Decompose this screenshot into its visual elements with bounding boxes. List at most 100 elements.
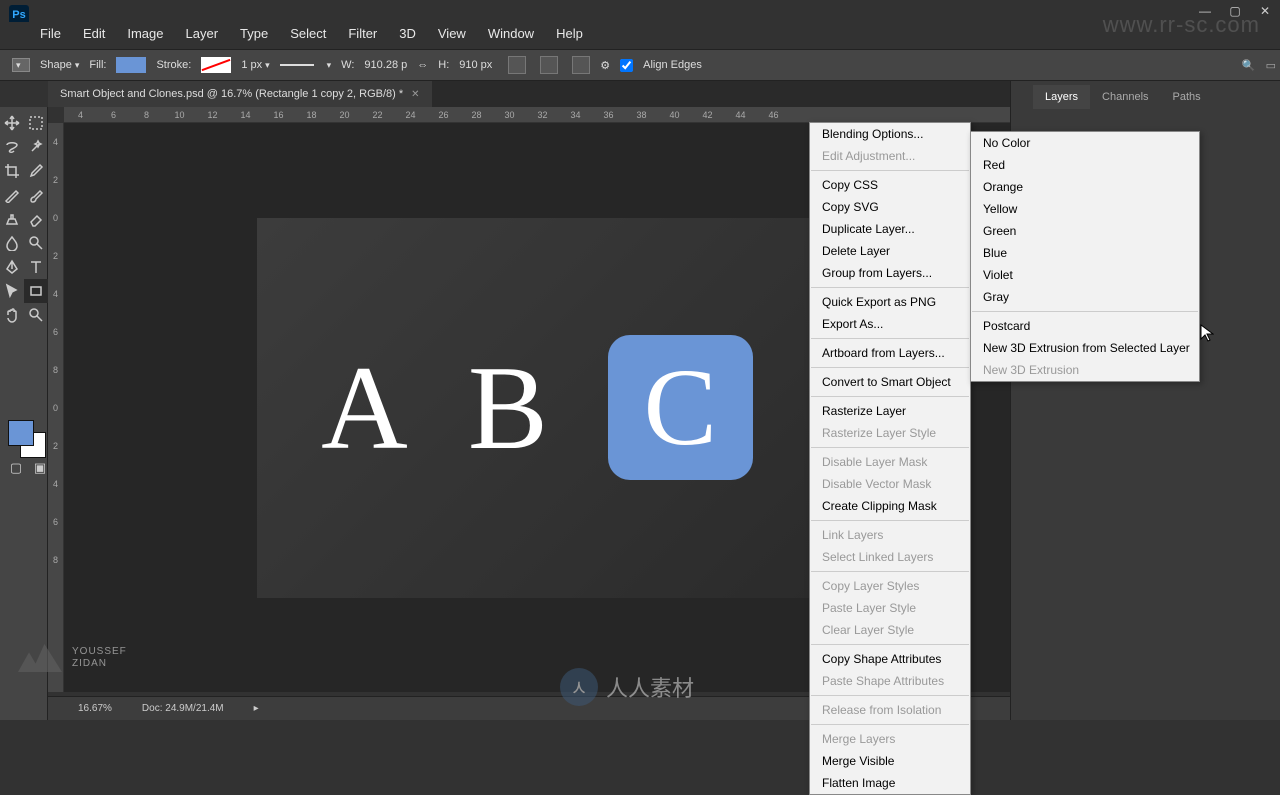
mi-rasterize-layer-style: Rasterize Layer Style	[810, 422, 970, 444]
status-arrow-icon[interactable]: ▸	[254, 703, 259, 714]
mi-edit-adjustment: Edit Adjustment...	[810, 145, 970, 167]
sm-no-color[interactable]: No Color	[971, 132, 1199, 154]
layer-context-submenu: No Color Red Orange Yellow Green Blue Vi…	[970, 131, 1200, 382]
quick-mask-tool[interactable]: ▢	[4, 456, 28, 480]
close-tab-icon[interactable]: ✕	[411, 89, 419, 100]
path-arrangement-icon[interactable]	[572, 56, 590, 74]
mi-link-layers: Link Layers	[810, 524, 970, 546]
mi-disable-layer-mask: Disable Layer Mask	[810, 451, 970, 473]
sm-gray[interactable]: Gray	[971, 286, 1199, 308]
magic-wand-tool[interactable]	[24, 135, 48, 159]
vertical-ruler: 420246802468	[48, 123, 64, 692]
options-bar: Shape Fill: Stroke: 1 px W: 910.28 p ⇔ H…	[0, 49, 1280, 81]
sm-red[interactable]: Red	[971, 154, 1199, 176]
rectangle-tool[interactable]	[24, 279, 48, 303]
sm-orange[interactable]: Orange	[971, 176, 1199, 198]
dodge-tool[interactable]	[24, 231, 48, 255]
sm-postcard[interactable]: Postcard	[971, 315, 1199, 337]
stroke-options-dropdown[interactable]	[324, 59, 332, 71]
sm-green[interactable]: Green	[971, 220, 1199, 242]
stroke-width-input[interactable]: 1 px	[241, 59, 269, 71]
zoom-tool[interactable]	[24, 303, 48, 327]
sm-blue[interactable]: Blue	[971, 242, 1199, 264]
layer-b: B	[468, 339, 548, 477]
tab-layers[interactable]: Layers	[1033, 85, 1090, 109]
center-watermark: 人 人人素材	[560, 668, 694, 706]
crop-tool[interactable]	[0, 159, 24, 183]
gear-icon[interactable]: ⚙	[600, 59, 610, 72]
shape-mode-dropdown[interactable]: Shape	[40, 59, 79, 71]
sm-yellow[interactable]: Yellow	[971, 198, 1199, 220]
mi-copy-layer-styles: Copy Layer Styles	[810, 575, 970, 597]
mi-release-isolation: Release from Isolation	[810, 699, 970, 721]
mi-copy-css[interactable]: Copy CSS	[810, 174, 970, 196]
eraser-tool[interactable]	[24, 207, 48, 231]
width-input[interactable]: 910.28 p	[364, 59, 407, 71]
menu-window[interactable]: Window	[488, 26, 534, 41]
doc-info[interactable]: Doc: 24.9M/21.4M	[142, 703, 224, 714]
mi-clear-layer-style: Clear Layer Style	[810, 619, 970, 641]
menu-filter[interactable]: Filter	[348, 26, 377, 41]
eyedropper-tool[interactable]	[24, 159, 48, 183]
clone-stamp-tool[interactable]	[0, 207, 24, 231]
mi-create-clipping-mask[interactable]: Create Clipping Mask	[810, 495, 970, 517]
mi-export-as[interactable]: Export As...	[810, 313, 970, 335]
sm-violet[interactable]: Violet	[971, 264, 1199, 286]
menu-layer[interactable]: Layer	[186, 26, 219, 41]
move-tool[interactable]	[0, 111, 24, 135]
color-swatches[interactable]	[4, 420, 44, 460]
mi-quick-export[interactable]: Quick Export as PNG	[810, 291, 970, 313]
tool-preset-picker[interactable]	[12, 58, 30, 72]
mi-artboard-from-layers[interactable]: Artboard from Layers...	[810, 342, 970, 364]
brush-tool[interactable]	[24, 183, 48, 207]
hand-tool[interactable]	[0, 303, 24, 327]
menu-help[interactable]: Help	[556, 26, 583, 41]
link-wh-icon[interactable]: ⇔	[417, 59, 428, 71]
healing-brush-tool[interactable]	[0, 183, 24, 207]
menu-3d[interactable]: 3D	[399, 26, 416, 41]
mi-rasterize-layer[interactable]: Rasterize Layer	[810, 400, 970, 422]
height-label: H:	[438, 59, 449, 71]
height-input[interactable]: 910 px	[459, 59, 492, 71]
mi-copy-svg[interactable]: Copy SVG	[810, 196, 970, 218]
stroke-label: Stroke:	[156, 59, 191, 71]
sm-3d-extrusion-selected[interactable]: New 3D Extrusion from Selected Layer	[971, 337, 1199, 359]
type-tool[interactable]	[24, 255, 48, 279]
mi-merge-visible[interactable]: Merge Visible	[810, 750, 970, 772]
menu-edit[interactable]: Edit	[83, 26, 105, 41]
align-edges-checkbox[interactable]	[620, 59, 633, 72]
path-operations-icon[interactable]	[508, 56, 526, 74]
mi-group-from-layers[interactable]: Group from Layers...	[810, 262, 970, 284]
menu-image[interactable]: Image	[127, 26, 163, 41]
author-watermark: YOUSSEF ZIDAN	[18, 644, 127, 672]
tab-paths[interactable]: Paths	[1161, 85, 1213, 109]
tab-channels[interactable]: Channels	[1090, 85, 1160, 109]
marquee-tool[interactable]	[24, 111, 48, 135]
lasso-tool[interactable]	[0, 135, 24, 159]
mi-delete-layer[interactable]: Delete Layer	[810, 240, 970, 262]
layer-c: C	[644, 344, 717, 471]
menu-view[interactable]: View	[438, 26, 466, 41]
foreground-color[interactable]	[8, 420, 34, 446]
stroke-swatch[interactable]	[201, 57, 231, 73]
menu-file[interactable]: File	[40, 26, 61, 41]
pen-tool[interactable]	[0, 255, 24, 279]
mi-blending-options[interactable]: Blending Options...	[810, 123, 970, 145]
path-selection-tool[interactable]	[0, 279, 24, 303]
stroke-style-picker[interactable]	[280, 64, 314, 66]
panel-tabs: Layers Channels Paths	[1011, 81, 1280, 109]
mi-flatten-image[interactable]: Flatten Image	[810, 772, 970, 794]
blur-tool[interactable]	[0, 231, 24, 255]
menu-select[interactable]: Select	[290, 26, 326, 41]
mi-copy-shape-attr[interactable]: Copy Shape Attributes	[810, 648, 970, 670]
mi-paste-shape-attr: Paste Shape Attributes	[810, 670, 970, 692]
zoom-level[interactable]: 16.67%	[78, 703, 112, 714]
fill-swatch[interactable]	[116, 57, 146, 73]
menu-type[interactable]: Type	[240, 26, 268, 41]
mi-duplicate-layer[interactable]: Duplicate Layer...	[810, 218, 970, 240]
path-alignment-icon[interactable]	[540, 56, 558, 74]
search-icon[interactable]: 🔍	[1242, 59, 1256, 72]
workspace-icon[interactable]: ▭	[1266, 59, 1276, 72]
mi-convert-smart-object[interactable]: Convert to Smart Object	[810, 371, 970, 393]
document-tab[interactable]: Smart Object and Clones.psd @ 16.7% (Rec…	[48, 81, 432, 107]
